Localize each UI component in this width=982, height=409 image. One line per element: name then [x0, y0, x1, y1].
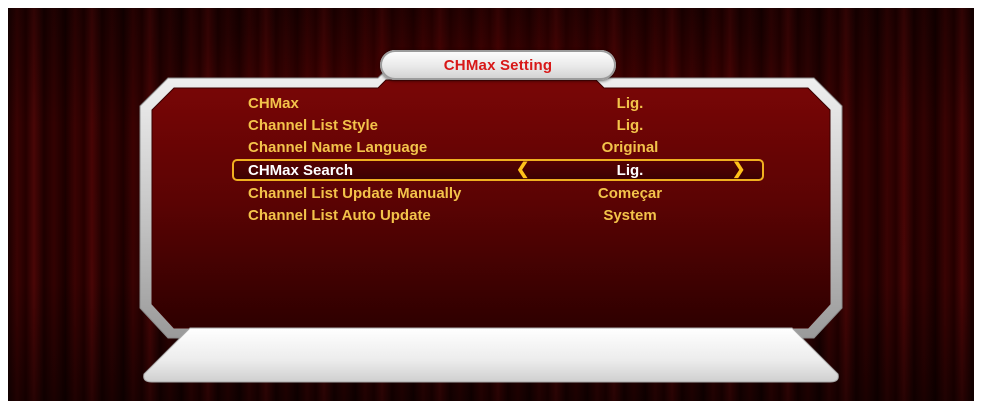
menu-item-value: Lig.: [616, 94, 644, 112]
menu-item-label: Channel List Style: [248, 116, 379, 134]
menu-item-channel-list-style[interactable]: Channel List Style Lig.: [232, 114, 764, 136]
menu-item-value: Original: [601, 138, 659, 156]
tv-screen: CHMax Setting CHMax Lig. Channel List St…: [8, 8, 974, 401]
menu-item-label: Channel List Update Manually: [248, 184, 462, 202]
menu-item-label: Channel Name Language: [248, 138, 428, 156]
menu-item-chmax-search[interactable]: CHMax Search ❮ Lig. ❯: [232, 159, 764, 181]
settings-menu: CHMax Lig. Channel List Style Lig. Chann…: [232, 92, 764, 226]
menu-item-chmax[interactable]: CHMax Lig.: [232, 92, 764, 114]
menu-item-value: Começar: [597, 184, 663, 202]
menu-item-label: Channel List Auto Update: [248, 206, 431, 224]
menu-item-channel-list-auto-update[interactable]: Channel List Auto Update System: [232, 204, 764, 226]
dialog-title: CHMax Setting: [443, 56, 553, 74]
menu-item-value: Lig.: [616, 116, 644, 134]
menu-item-value: System: [603, 206, 657, 224]
menu-item-label: CHMax: [248, 94, 299, 112]
chevron-left-icon[interactable]: ❮: [516, 162, 529, 178]
settings-panel: CHMax Setting CHMax Lig. Channel List St…: [8, 8, 974, 401]
menu-item-channel-name-language[interactable]: Channel Name Language Original: [232, 136, 764, 158]
menu-item-label: CHMax Search: [248, 161, 354, 179]
menu-item-channel-list-update-manually[interactable]: Channel List Update Manually Começar: [232, 182, 764, 204]
dialog-title-tab: CHMax Setting: [380, 50, 616, 80]
chevron-right-icon[interactable]: ❯: [732, 162, 745, 178]
menu-item-value: Lig.: [616, 161, 644, 179]
